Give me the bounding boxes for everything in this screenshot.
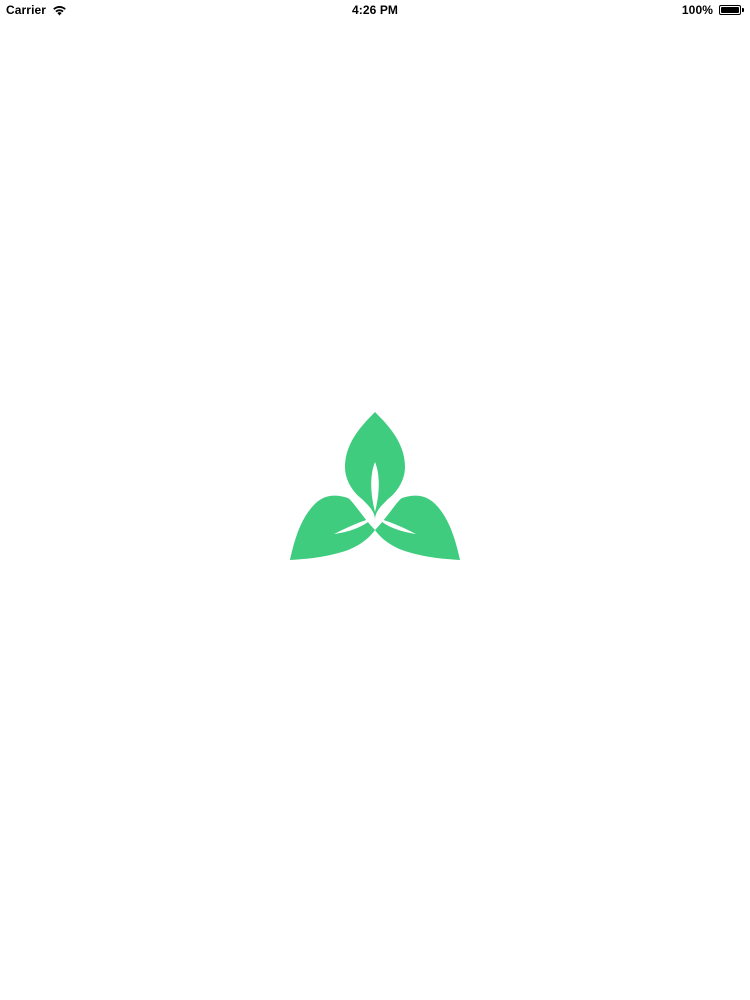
battery-icon [719,5,744,15]
battery-body [719,5,741,15]
battery-cap [742,8,744,12]
logo-leaf-left [290,495,375,560]
status-bar: Carrier 4:26 PM 100% [0,0,750,20]
battery-fill [721,7,739,13]
splash-screen [0,20,750,1000]
carrier-label: Carrier [6,3,47,17]
battery-percent-label: 100% [681,3,713,17]
wifi-icon [52,5,67,16]
trillium-leaf-logo-icon [290,412,460,564]
status-bar-left: Carrier [0,3,206,17]
status-bar-right: 100% [544,3,750,17]
logo-leaf-right [375,495,460,560]
